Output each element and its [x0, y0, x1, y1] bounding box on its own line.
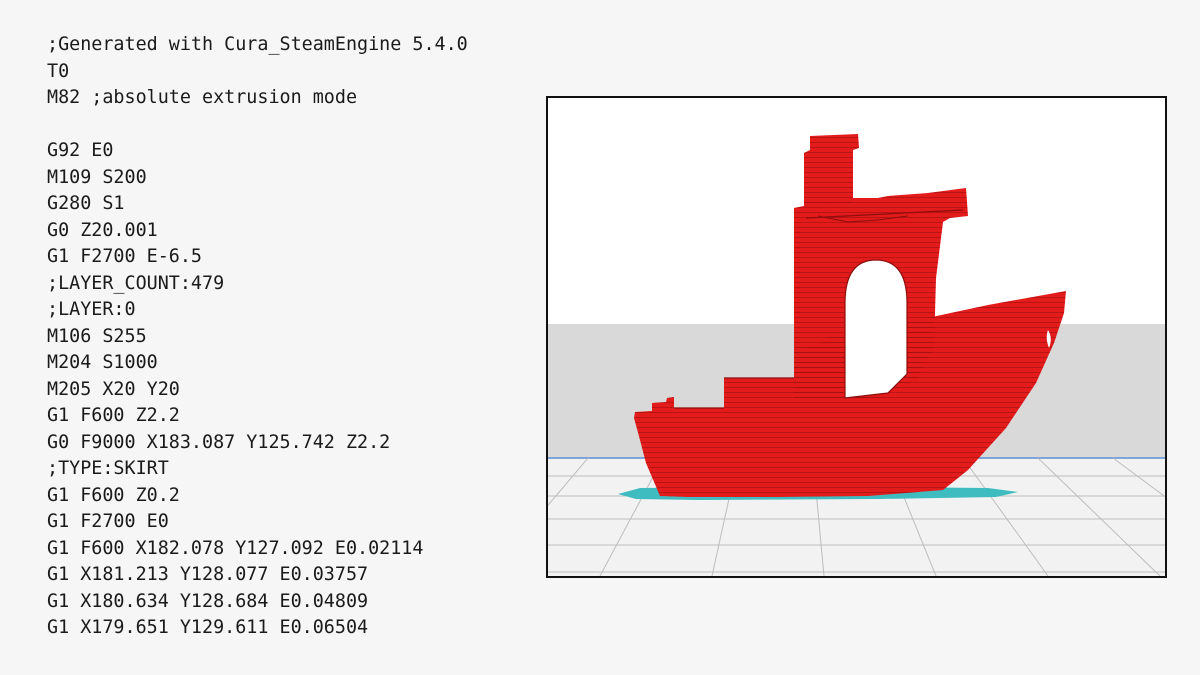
- gcode-line: ;LAYER_COUNT:479: [47, 272, 225, 294]
- gcode-blank-line: [47, 112, 527, 139]
- slice-preview-viewport[interactable]: [546, 96, 1167, 578]
- gcode-line: G1 F600 X182.078 Y127.092 E0.02114: [47, 537, 424, 559]
- gcode-line: M204 S1000: [47, 352, 158, 373]
- gcode-line: G1 F600 Z0.2: [47, 484, 180, 506]
- gcode-line: G1 F2700 E0: [47, 511, 169, 532]
- gcode-line: T0: [47, 60, 70, 82]
- gcode-line: G280 S1: [47, 193, 125, 214]
- slice-preview-canvas: [548, 134, 1165, 576]
- gcode-line: G0 F9000 X183.087 Y125.742 Z2.2: [47, 431, 391, 453]
- gcode-listing: ;Generated with Cura_SteamEngine 5.4.0 T…: [47, 32, 527, 642]
- gcode-line: M106 S255: [47, 325, 147, 347]
- gcode-line: M82 ;absolute extrusion mode: [47, 87, 358, 108]
- gcode-line: G0 Z20.001: [47, 219, 158, 241]
- gcode-line: G1 X181.213 Y128.077 E0.03757: [47, 564, 369, 585]
- gcode-line: G1 X179.651 Y129.611 E0.06504: [47, 617, 369, 638]
- gcode-line: G1 F600 Z2.2: [47, 405, 180, 426]
- gcode-line: ;TYPE:SKIRT: [47, 458, 169, 479]
- gcode-line: G1 F2700 E-6.5: [47, 246, 203, 267]
- cabin-door-opening: [844, 259, 908, 399]
- gcode-line: ;Generated with Cura_SteamEngine 5.4.0: [47, 34, 468, 55]
- gcode-line: M205 X20 Y20: [47, 378, 180, 400]
- gcode-line: ;LAYER:0: [47, 299, 136, 320]
- page: ;Generated with Cura_SteamEngine 5.4.0 T…: [0, 0, 1200, 675]
- gcode-line: G92 E0: [47, 140, 114, 161]
- gcode-line: M109 S200: [47, 166, 147, 188]
- gcode-line: G1 X180.634 Y128.684 E0.04809: [47, 590, 369, 612]
